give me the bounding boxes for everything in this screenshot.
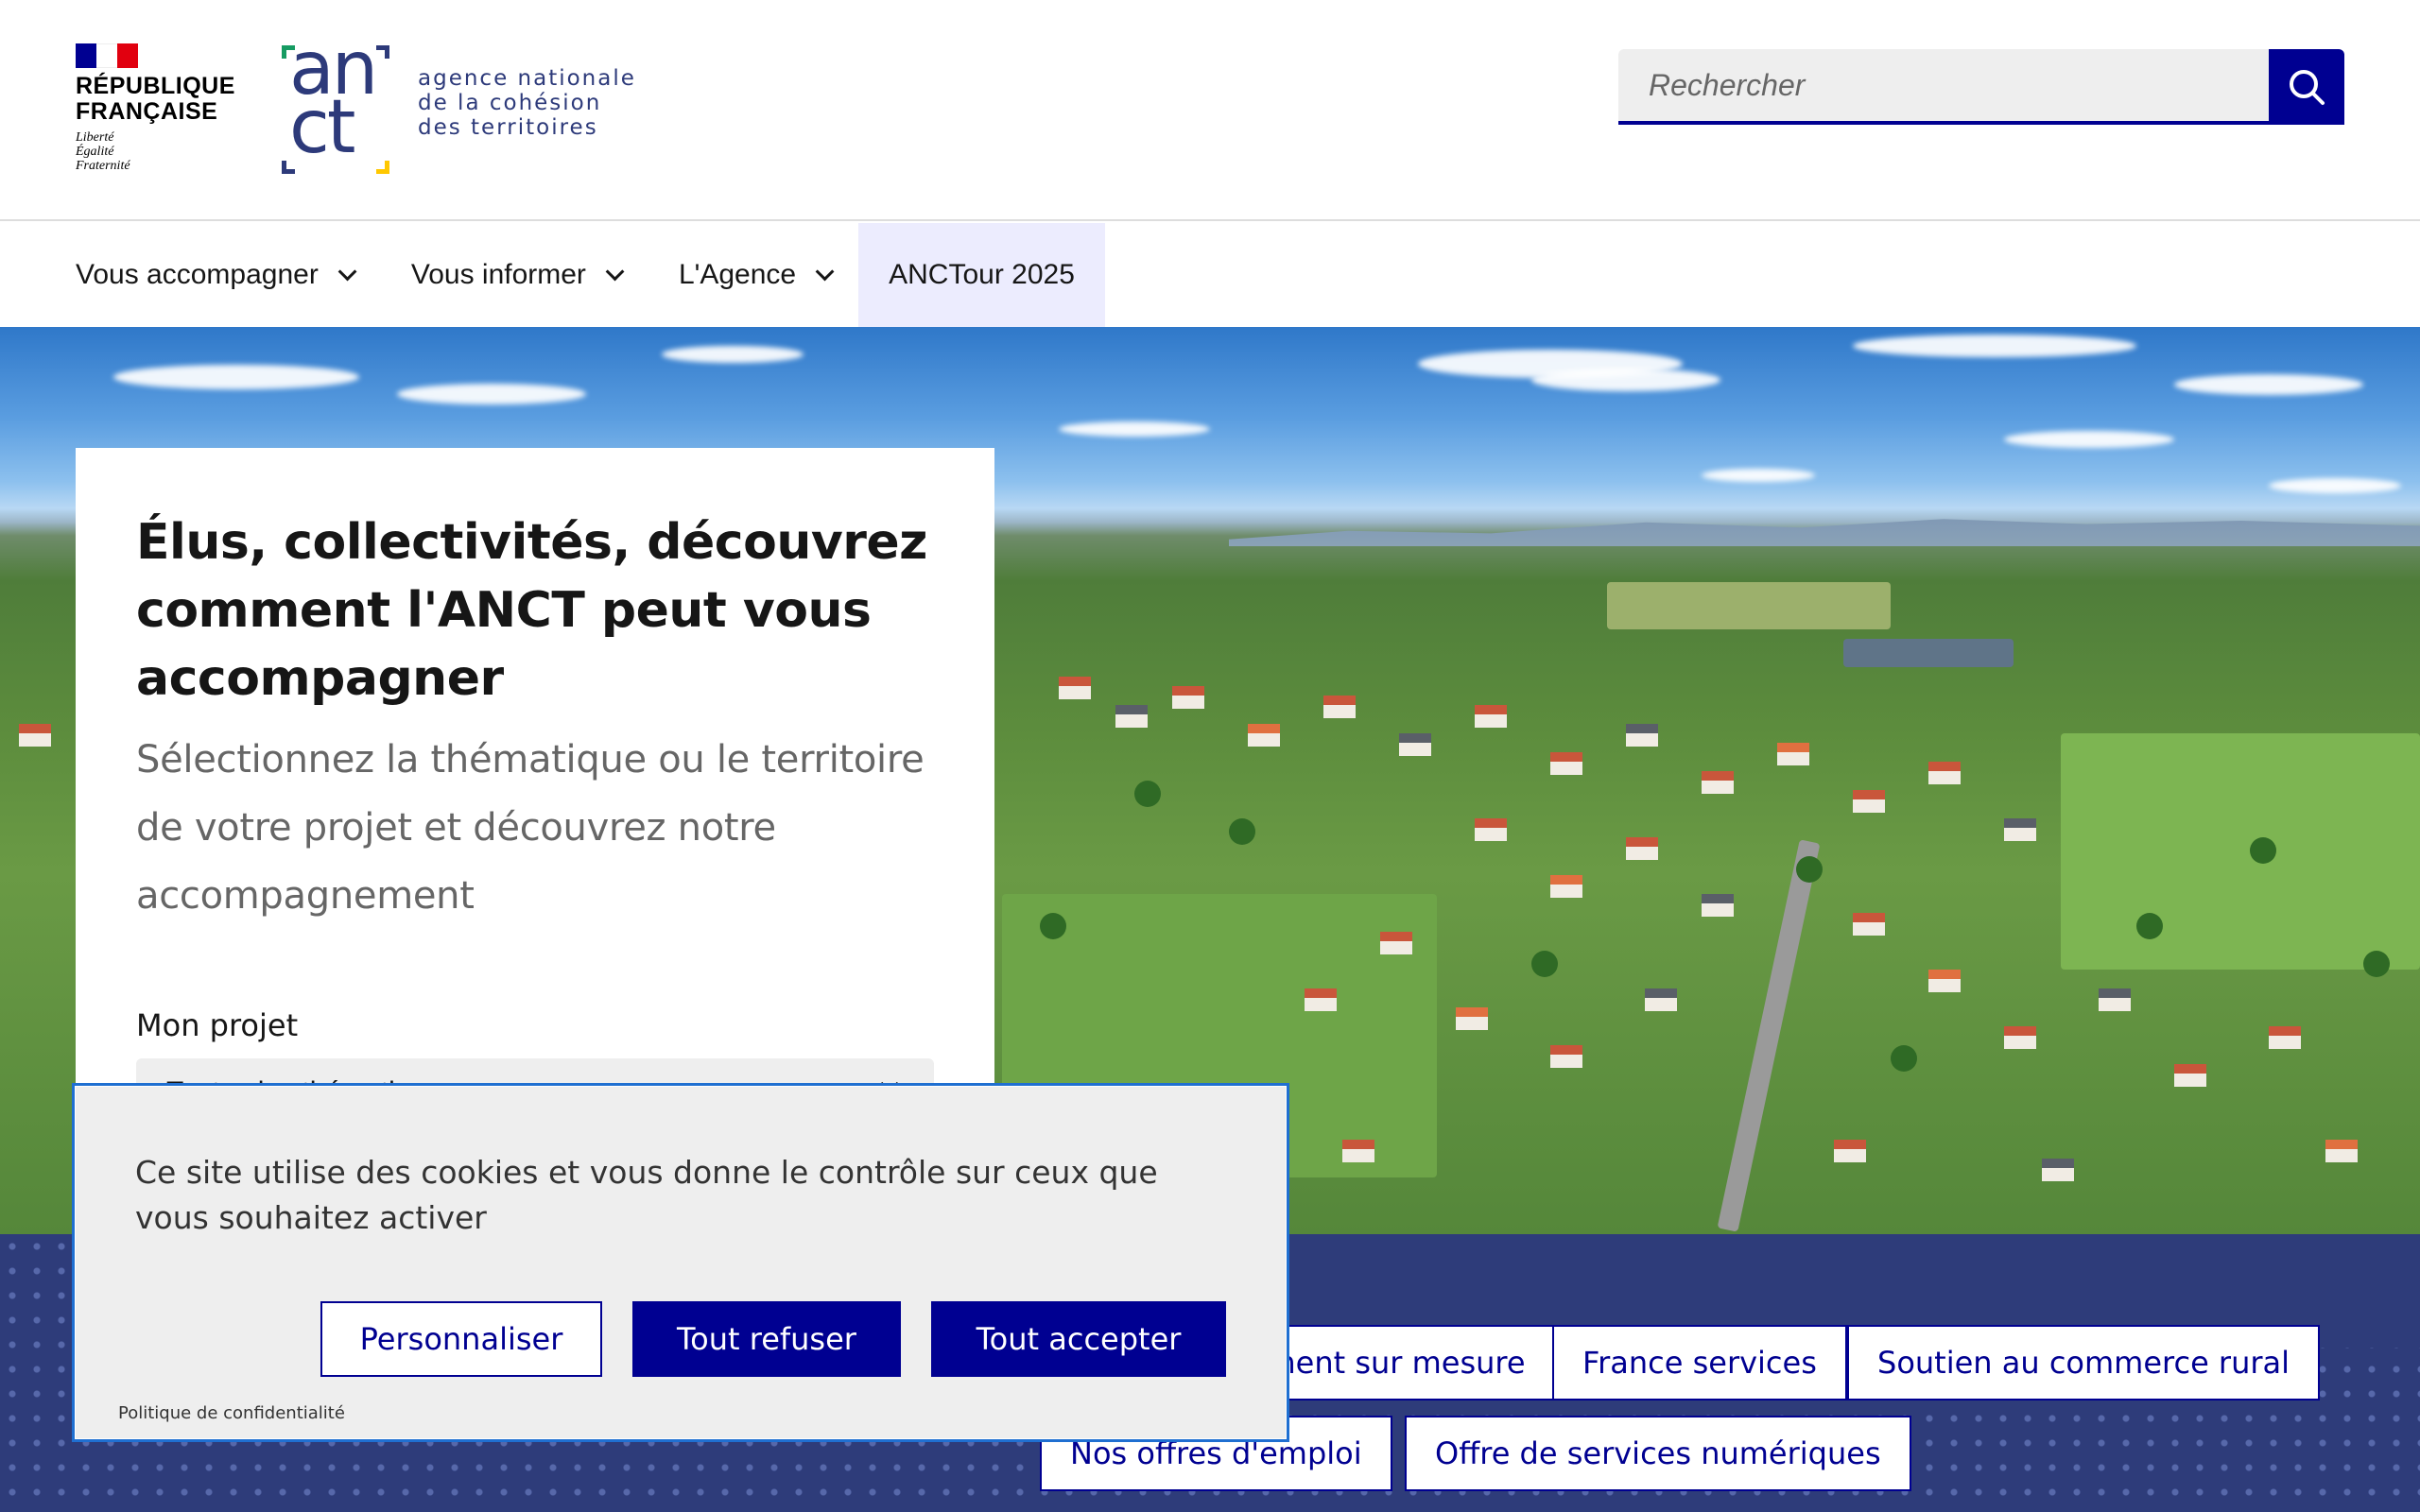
cookie-message: Ce site utilise des cookies et vous donn… <box>135 1154 1158 1236</box>
house <box>1380 932 1412 954</box>
refuse-all-cookies-button[interactable]: Tout refuser <box>632 1301 901 1377</box>
cloud <box>2174 374 2363 395</box>
anct-mark-icon: an ct <box>280 26 395 176</box>
house <box>1475 705 1507 728</box>
nav-item-label: ANCTour 2025 <box>889 259 1075 290</box>
search-button[interactable] <box>2269 49 2344 125</box>
tree <box>2250 837 2276 864</box>
field <box>2061 733 2420 970</box>
house <box>2325 1140 2358 1162</box>
building <box>1843 639 2014 667</box>
tree <box>2136 913 2163 939</box>
house <box>1928 970 1961 992</box>
tag-france-services[interactable]: France services <box>1552 1325 1847 1400</box>
french-flag-icon <box>76 43 138 68</box>
republique-francaise-logo[interactable]: RÉPUBLIQUE FRANÇAISE Liberté Égalité Fra… <box>76 43 234 181</box>
tree <box>1229 818 1255 845</box>
house <box>1702 894 1734 917</box>
chevron-down-icon <box>815 262 835 282</box>
site-header: RÉPUBLIQUE FRANÇAISE Liberté Égalité Fra… <box>0 0 2420 221</box>
main-nav: Vous accompagner Vous informer L'Agence … <box>0 223 2420 327</box>
hero-subtitle: Sélectionnez la thématique ou le territo… <box>136 738 925 918</box>
house <box>1626 724 1658 747</box>
house <box>1305 988 1337 1011</box>
cookie-consent-banner: Ce site utilise des cookies et vous donn… <box>72 1083 1289 1442</box>
field <box>1607 582 1891 629</box>
cloud <box>1531 369 1720 391</box>
house <box>1928 762 1961 784</box>
chevron-down-icon <box>337 262 357 282</box>
house <box>1475 818 1507 841</box>
nav-item-agence[interactable]: L'Agence <box>648 223 858 327</box>
search-icon <box>2290 70 2325 105</box>
house <box>1853 913 1885 936</box>
tag-soutien-commerce-rural[interactable]: Soutien au commerce rural <box>1847 1325 2321 1400</box>
nav-item-anctour-2025[interactable]: ANCTour 2025 <box>858 223 1105 327</box>
house <box>1834 1140 1866 1162</box>
house <box>1550 875 1582 898</box>
house <box>1777 743 1809 765</box>
tree <box>1891 1045 1917 1072</box>
republique-name: RÉPUBLIQUE FRANÇAISE <box>76 73 235 125</box>
house <box>1172 686 1204 709</box>
house <box>1550 1045 1582 1068</box>
house <box>19 724 51 747</box>
hero-title: Élus, collectivités, découvrez comment l… <box>136 514 927 707</box>
cloud <box>397 384 586 404</box>
house <box>1342 1140 1374 1162</box>
cloud <box>1853 335 2136 357</box>
anct-logo[interactable]: an ct agence nationale de la cohésion de… <box>280 26 677 180</box>
cloud <box>2269 478 2401 493</box>
tree <box>2363 951 2390 977</box>
project-label: Mon projet <box>136 1007 299 1043</box>
house <box>1456 1007 1488 1030</box>
house <box>1853 790 1885 813</box>
privacy-policy-link[interactable]: Politique de confidentialité <box>118 1403 345 1423</box>
tag-offre-services-numeriques[interactable]: Offre de services numériques <box>1405 1416 1911 1491</box>
house <box>2042 1159 2074 1181</box>
house <box>1059 677 1091 699</box>
accept-all-cookies-button[interactable]: Tout accepter <box>931 1301 1226 1377</box>
house <box>1115 705 1148 728</box>
house <box>2004 818 2036 841</box>
house <box>1626 837 1658 860</box>
house <box>2269 1026 2301 1049</box>
republique-motto: Liberté Égalité Fraternité <box>76 130 130 173</box>
cloud <box>113 365 359 389</box>
tree <box>1134 781 1161 807</box>
customize-cookies-button[interactable]: Personnaliser <box>320 1301 602 1377</box>
nav-item-label: Vous informer <box>410 259 586 290</box>
cloud <box>2004 431 2174 448</box>
cloud <box>1059 421 1210 437</box>
cloud <box>662 346 804 363</box>
house <box>1248 724 1280 747</box>
tree <box>1796 856 1823 883</box>
house <box>2099 988 2131 1011</box>
house <box>1323 696 1356 718</box>
chevron-down-icon <box>605 262 625 282</box>
anct-letters: an ct <box>289 26 378 170</box>
cloud <box>1702 469 1815 482</box>
house <box>2174 1064 2206 1087</box>
house <box>1702 771 1734 794</box>
mountains <box>1229 519 2420 546</box>
nav-item-label: Vous accompagner <box>76 259 319 290</box>
house <box>2004 1026 2036 1049</box>
search-bar <box>1618 49 2344 125</box>
house <box>1645 988 1677 1011</box>
house <box>1550 752 1582 775</box>
nav-item-vous-informer[interactable]: Vous informer <box>381 223 648 327</box>
tree <box>1531 951 1558 977</box>
nav-item-vous-accompagner[interactable]: Vous accompagner <box>45 223 381 327</box>
house <box>1399 733 1431 756</box>
nav-item-label: L'Agence <box>678 259 797 290</box>
search-input[interactable] <box>1618 49 2269 125</box>
tree <box>1040 913 1066 939</box>
agency-name: agence nationale de la cohésion des terr… <box>418 66 636 140</box>
